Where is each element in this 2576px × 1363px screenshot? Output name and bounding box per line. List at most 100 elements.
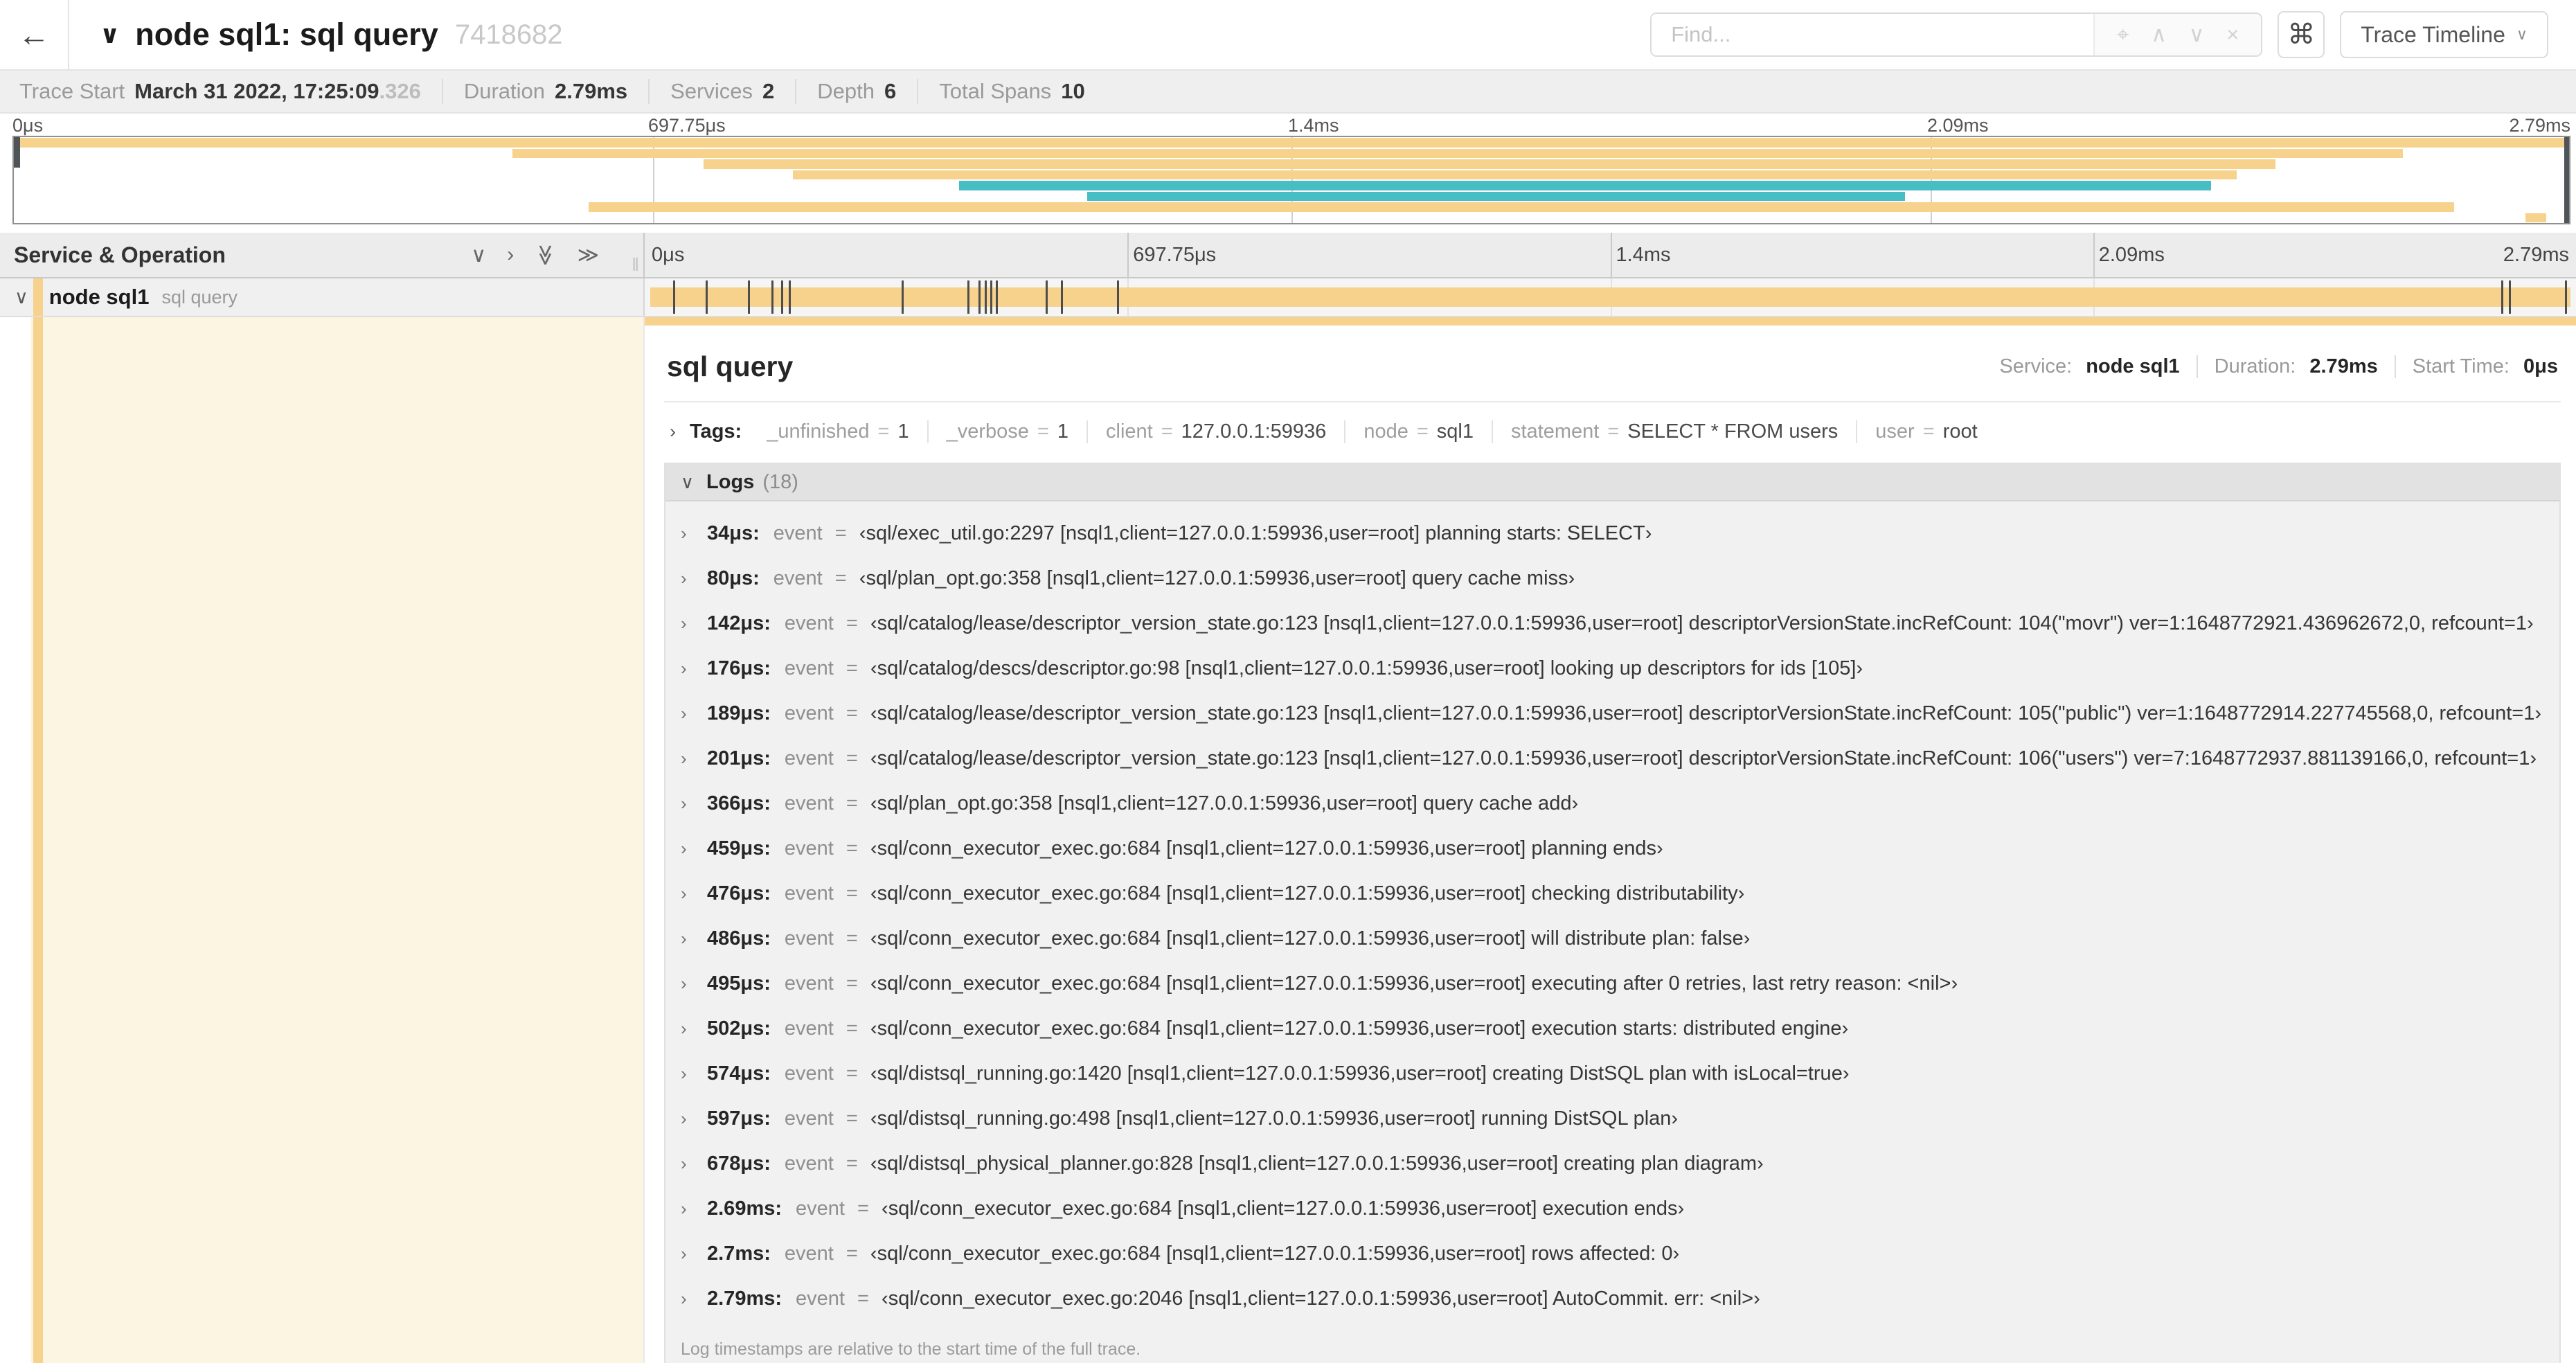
trace-title-wrap[interactable]: ∨ node sql1: sql query 7418682 xyxy=(100,17,563,53)
span-operation-name: sql query xyxy=(161,286,238,308)
log-entry[interactable]: › 80μs: event = ‹sql/plan_opt.go:358 [ns… xyxy=(665,556,2559,601)
chevron-right-icon: › xyxy=(681,748,687,769)
minimap-canvas[interactable] xyxy=(12,136,2570,224)
span-row[interactable]: ∨ node sql1 sql query xyxy=(0,278,2576,317)
log-entry[interactable]: › 176μs: event = ‹sql/catalog/descs/desc… xyxy=(665,646,2559,691)
minimap-span-rows xyxy=(14,137,2569,223)
chevron-down-icon[interactable]: ∨ xyxy=(15,287,28,308)
tag-value: 1 xyxy=(897,420,909,443)
tag-item[interactable]: statement = SELECT * FROM users xyxy=(1493,420,1858,443)
keyboard-shortcuts-button[interactable]: ⌘ xyxy=(2278,11,2325,58)
tag-item[interactable]: user = root xyxy=(1857,420,1995,443)
log-entry[interactable]: › 574μs: event = ‹sql/distsql_running.go… xyxy=(665,1051,2559,1096)
chevron-down-icon: ∨ xyxy=(681,471,695,492)
tag-key: client xyxy=(1106,420,1153,443)
log-entry[interactable]: › 476μs: event = ‹sql/conn_executor_exec… xyxy=(665,871,2559,916)
expand-all-icon[interactable]: ≫ xyxy=(578,243,599,267)
log-field-key: event xyxy=(784,657,834,679)
chevron-right-icon: › xyxy=(681,658,687,679)
log-entry[interactable]: › 201μs: event = ‹sql/catalog/lease/desc… xyxy=(665,736,2559,781)
tag-item[interactable]: _unfinished = 1 xyxy=(749,420,929,443)
clear-search-icon[interactable]: × xyxy=(2226,22,2239,47)
minimap-tick: 1.4ms xyxy=(1288,115,1339,136)
log-field-value: ‹sql/catalog/descs/descriptor.go:98 [nsq… xyxy=(870,657,1863,679)
tag-item[interactable]: client = 127.0.0.1:59936 xyxy=(1088,420,1346,443)
log-entry[interactable]: › 142μs: event = ‹sql/catalog/lease/desc… xyxy=(665,601,2559,646)
trace-info-item: Depth 6 xyxy=(796,79,919,104)
top-nav: ← ∨ node sql1: sql query 7418682 ⌖ ∧ ∨ ×… xyxy=(0,0,2576,69)
tag-list: _unfinished = 1 _verbose = 1 client = 12… xyxy=(749,420,1995,443)
minimap-right-scrubber[interactable] xyxy=(2564,137,2569,223)
tag-key: node xyxy=(1363,420,1408,443)
log-field-value: ‹sql/distsql_running.go:498 [nsql1,clien… xyxy=(870,1107,1679,1130)
axis-tick: 697.75μs xyxy=(1133,244,1217,266)
tags-accordion[interactable]: › Tags: _unfinished = 1 _verbose = 1 cli… xyxy=(664,402,2561,463)
trace-info-item: Total Spans 10 xyxy=(918,79,1105,104)
logs-accordion-header[interactable]: ∨ Logs (18) xyxy=(665,464,2559,501)
minimap-tick: 0μs xyxy=(12,115,44,136)
top-nav-right: ⌖ ∧ ∨ × ⌘ Trace Timeline ∨ xyxy=(1650,11,2576,58)
log-tick-marker xyxy=(706,280,708,314)
log-entry[interactable]: › 2.69ms: event = ‹sql/conn_executor_exe… xyxy=(665,1186,2559,1231)
log-entry[interactable]: › 597μs: event = ‹sql/distsql_running.go… xyxy=(665,1096,2559,1141)
log-tick-marker xyxy=(902,280,904,314)
info-label: Trace Start xyxy=(19,79,125,103)
log-equals: = xyxy=(851,1197,875,1220)
meta-label: Duration: xyxy=(2214,355,2296,377)
log-entry[interactable]: › 459μs: event = ‹sql/conn_executor_exec… xyxy=(665,826,2559,871)
find-addon: ⌖ ∧ ∨ × xyxy=(2093,14,2262,55)
log-time: 189μs: xyxy=(707,702,771,724)
log-entry[interactable]: › 366μs: event = ‹sql/plan_opt.go:358 [n… xyxy=(665,781,2559,826)
log-field-value: ‹sql/conn_executor_exec.go:2046 [nsql1,c… xyxy=(882,1288,1760,1310)
tag-value: 1 xyxy=(1057,420,1069,443)
log-entry[interactable]: › 502μs: event = ‹sql/conn_executor_exec… xyxy=(665,1006,2559,1051)
locate-icon[interactable]: ⌖ xyxy=(2117,22,2129,48)
log-field-value: ‹sql/conn_executor_exec.go:684 [nsql1,cl… xyxy=(870,927,1751,950)
detail-left-column xyxy=(0,317,645,1363)
log-entry[interactable]: › 486μs: event = ‹sql/conn_executor_exec… xyxy=(665,916,2559,961)
expand-one-icon[interactable]: › xyxy=(507,243,514,267)
log-equals: = xyxy=(840,837,864,859)
chevron-right-icon: › xyxy=(681,1018,687,1039)
log-entry[interactable]: › 189μs: event = ‹sql/catalog/lease/desc… xyxy=(665,691,2559,736)
tag-item[interactable]: _verbose = 1 xyxy=(929,420,1089,443)
back-arrow-icon: ← xyxy=(18,17,50,53)
info-suffix: .326 xyxy=(379,79,421,103)
log-tick-marker xyxy=(967,280,969,314)
minimap-span-bar xyxy=(14,138,2569,148)
trace-view-selector[interactable]: Trace Timeline ∨ xyxy=(2340,11,2548,58)
tag-item[interactable]: node = sql1 xyxy=(1345,420,1493,443)
log-entry[interactable]: › 495μs: event = ‹sql/conn_executor_exec… xyxy=(665,961,2559,1006)
prev-match-icon[interactable]: ∧ xyxy=(2151,22,2167,47)
tag-equals: = xyxy=(1607,420,1620,443)
collapse-one-icon[interactable]: ∨ xyxy=(471,243,486,267)
span-row-name-cell[interactable]: ∨ node sql1 sql query xyxy=(0,278,645,316)
find-input[interactable] xyxy=(1652,14,2094,55)
log-tick-marker xyxy=(2564,280,2567,314)
collapse-all-icon[interactable]: ≫ xyxy=(533,244,557,265)
log-entry[interactable]: › 34μs: event = ‹sql/exec_util.go:2297 [… xyxy=(665,511,2559,556)
span-row-bar-cell[interactable] xyxy=(645,278,2576,316)
log-tick-marker xyxy=(996,280,999,314)
meta-duration: Duration: 2.79ms xyxy=(2198,355,2396,378)
logs-note: Log timestamps are relative to the start… xyxy=(681,1339,1141,1359)
back-button[interactable]: ← xyxy=(0,0,69,69)
info-value: 2 xyxy=(762,79,775,103)
log-entry[interactable]: › 678μs: event = ‹sql/distsql_physical_p… xyxy=(665,1141,2559,1186)
axis-tick: 2.79ms xyxy=(2503,244,2569,266)
chevron-right-icon: › xyxy=(681,928,687,949)
chevron-right-icon: › xyxy=(681,1108,687,1129)
chevron-right-icon: › xyxy=(681,523,687,544)
chevron-right-icon: › xyxy=(681,883,687,904)
log-tick-marker xyxy=(984,280,987,314)
log-field-key: event xyxy=(784,882,834,905)
log-entry[interactable]: › 2.79ms: event = ‹sql/conn_executor_exe… xyxy=(665,1276,2559,1321)
log-tick-marker xyxy=(673,280,676,314)
minimap-left-scrubber[interactable] xyxy=(14,137,20,168)
column-resize-handle[interactable]: ‖ xyxy=(632,254,639,276)
chevron-down-icon[interactable]: ∨ xyxy=(100,20,120,49)
log-field-key: event xyxy=(784,927,834,950)
next-match-icon[interactable]: ∨ xyxy=(2189,22,2205,47)
log-field-value: ‹sql/distsql_running.go:1420 [nsql1,clie… xyxy=(870,1062,1850,1085)
log-entry[interactable]: › 2.7ms: event = ‹sql/conn_executor_exec… xyxy=(665,1231,2559,1276)
